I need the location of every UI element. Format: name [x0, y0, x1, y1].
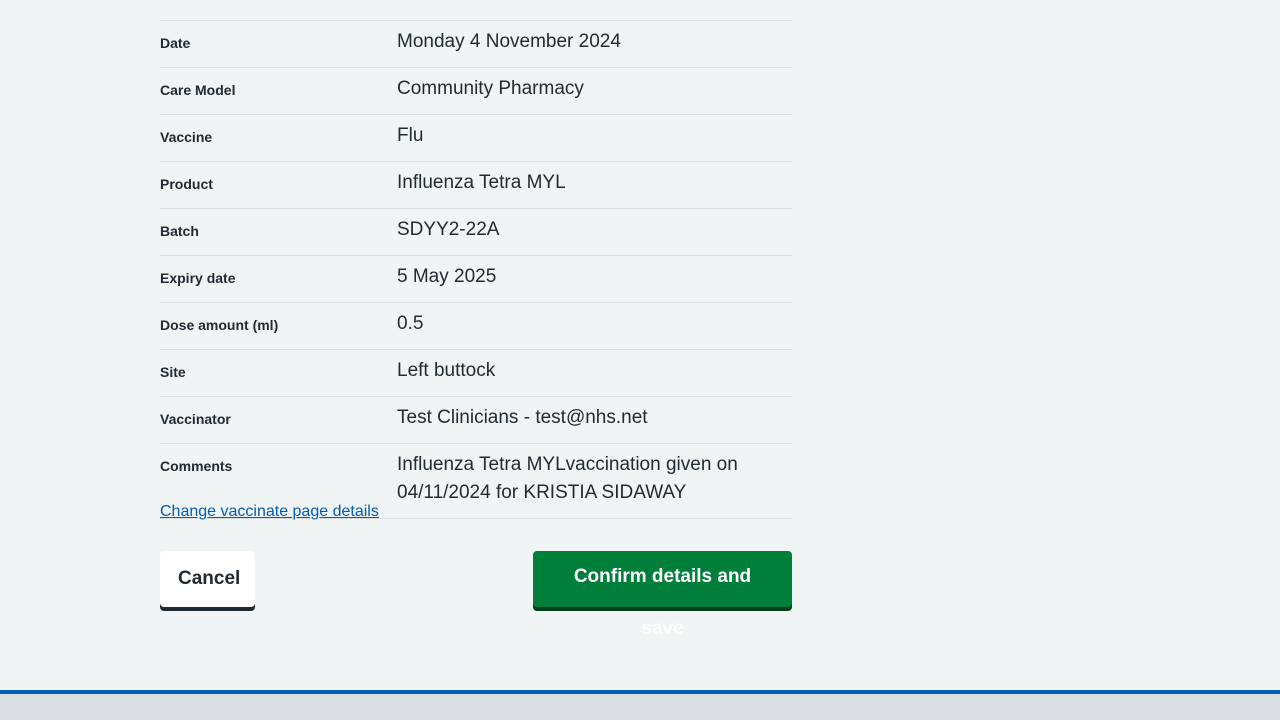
- summary-key: Product: [160, 176, 213, 192]
- summary-value: Left buttock: [397, 360, 496, 381]
- summary-key: Batch: [160, 223, 199, 239]
- summary-key: Site: [160, 364, 186, 380]
- vaccination-summary-list: Yes Date Monday 4 November 2024 Care Mod…: [160, 0, 792, 519]
- summary-row-care-model: Care Model Community Pharmacy: [160, 68, 792, 115]
- summary-key: Comments: [160, 458, 233, 474]
- summary-row-vaccine: Vaccine Flu: [160, 115, 792, 162]
- summary-row-expiry-date: Expiry date 5 May 2025: [160, 256, 792, 303]
- summary-row-dose-amount: Dose amount (ml) 0.5: [160, 303, 792, 350]
- summary-row-batch: Batch SDYY2-22A: [160, 209, 792, 256]
- summary-key: Expiry date: [160, 270, 236, 286]
- confirm-and-save-button[interactable]: Confirm details and save: [533, 551, 792, 639]
- summary-row-date: Date Monday 4 November 2024: [160, 21, 792, 68]
- summary-value: Test Clinicians - test@nhs.net: [397, 407, 648, 428]
- summary-value: 5 May 2025: [397, 266, 497, 287]
- summary-key: [160, 0, 397, 9]
- summary-row-consent: Yes: [160, 0, 792, 21]
- summary-value: Yes: [397, 0, 792, 9]
- summary-value: SDYY2-22A: [397, 219, 500, 240]
- summary-row-vaccinator: Vaccinator Test Clinicians - test@nhs.ne…: [160, 397, 792, 444]
- summary-value: Influenza Tetra MYLvaccination given on …: [397, 454, 738, 503]
- summary-value: Community Pharmacy: [397, 78, 584, 99]
- summary-value: 0.5: [397, 313, 424, 334]
- summary-row-site: Site Left buttock: [160, 350, 792, 397]
- summary-value: Influenza Tetra MYL: [397, 172, 566, 193]
- page: Yes Date Monday 4 November 2024 Care Mod…: [0, 0, 1280, 720]
- summary-key: Vaccine: [160, 129, 213, 145]
- summary-value: Monday 4 November 2024: [397, 31, 621, 52]
- change-vaccinate-details-link[interactable]: Change vaccinate page details: [160, 503, 379, 521]
- summary-key: Dose amount (ml): [160, 317, 279, 333]
- summary-key: Care Model: [160, 82, 236, 98]
- summary-key: Date: [160, 35, 191, 51]
- summary-key: Vaccinator: [160, 411, 231, 427]
- summary-value: Flu: [397, 125, 424, 146]
- summary-row-product: Product Influenza Tetra MYL: [160, 162, 792, 209]
- cancel-button[interactable]: Cancel: [160, 551, 255, 607]
- footer: [0, 694, 1280, 720]
